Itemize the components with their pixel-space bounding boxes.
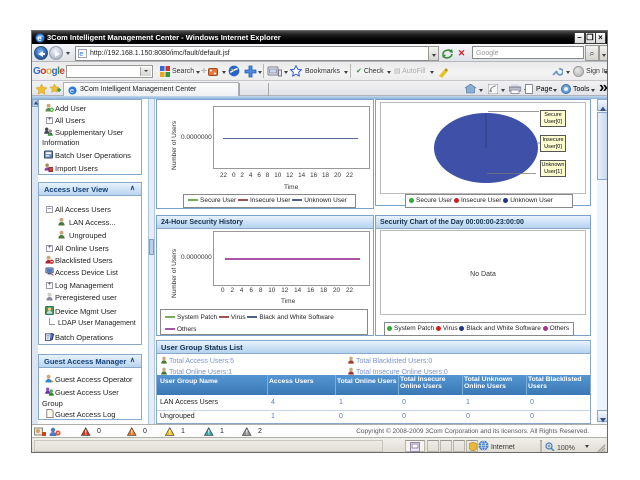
svg-text:e: e — [70, 86, 74, 95]
svg-text:e: e — [37, 34, 42, 43]
svg-text:e: e — [79, 49, 83, 58]
